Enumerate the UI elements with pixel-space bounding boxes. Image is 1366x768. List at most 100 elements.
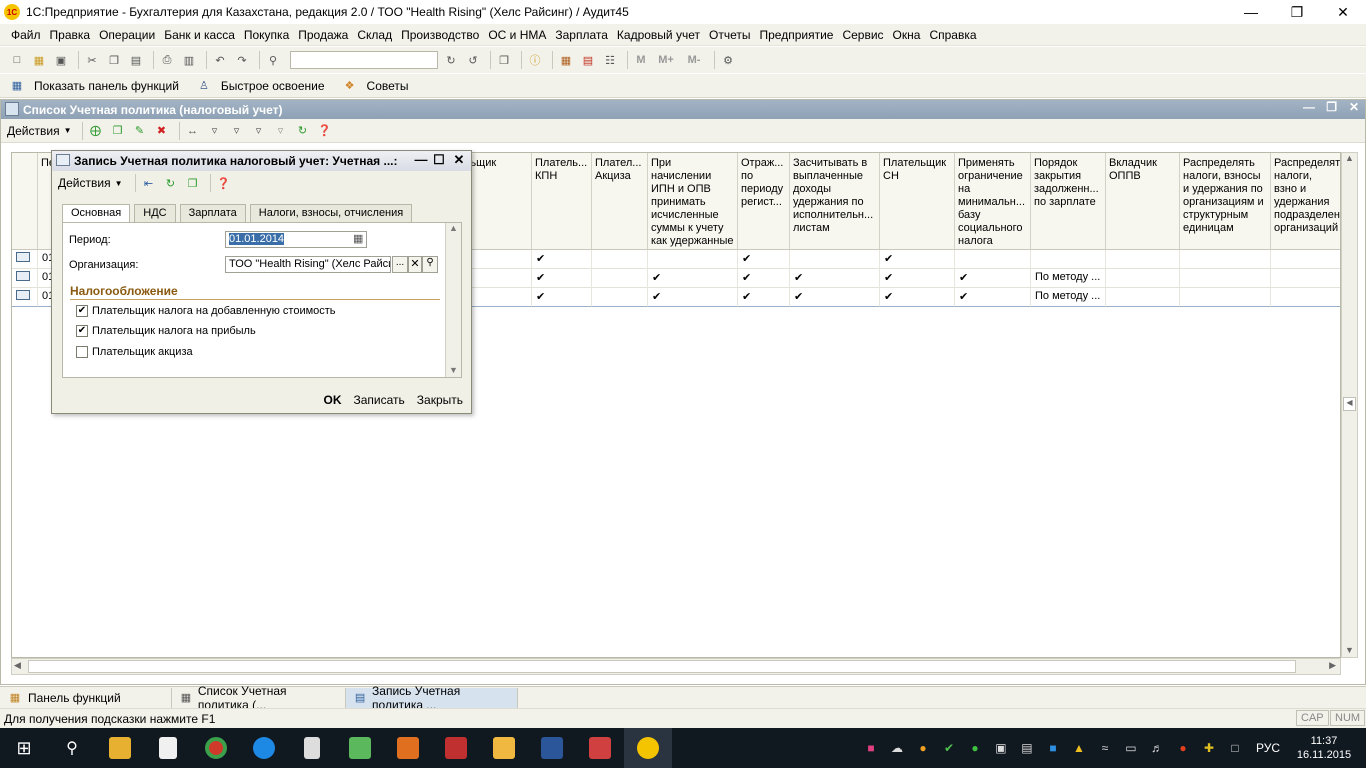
tray-app-icon[interactable]: ■ (858, 741, 884, 755)
clock[interactable]: 11:37 16.11.2015 (1288, 734, 1360, 762)
cloud-icon[interactable]: ☁ (884, 741, 910, 755)
remote-taskbar-button[interactable] (432, 728, 480, 768)
list-close-button[interactable]: ✕ (1349, 100, 1359, 114)
calendar-picker-icon[interactable]: ▦ (353, 232, 363, 245)
clear-filter-icon[interactable]: ▿ (272, 122, 290, 140)
menu-hr[interactable]: Кадровый учет (612, 28, 704, 42)
antivirus-icon[interactable]: ● (1170, 741, 1196, 755)
quick-learning-button[interactable]: ♙ Быстрое освоение (195, 77, 333, 95)
menu-salary[interactable]: Зарплата (550, 28, 612, 42)
menu-help[interactable]: Справка (924, 28, 980, 42)
menu-bank[interactable]: Банк и касса (159, 28, 239, 42)
tray-blue-icon[interactable]: ■ (1040, 741, 1066, 755)
tray-green-icon[interactable]: ● (962, 741, 988, 755)
menu-purchase[interactable]: Покупка (239, 28, 293, 42)
print-icon[interactable]: ⎙ (158, 51, 176, 69)
scroll-right-icon[interactable]: ▶ (1329, 660, 1336, 671)
preview-icon[interactable]: ▥ (180, 51, 198, 69)
task-functions-panel[interactable]: ▦ Панель функций (0, 687, 172, 708)
add-icon[interactable]: ⨁ (87, 122, 105, 140)
presentation-taskbar-button[interactable] (576, 728, 624, 768)
vat-payer-checkbox[interactable]: ✔ Плательщик налога на добавленную стоим… (76, 305, 336, 317)
profit-tax-payer-checkbox[interactable]: ✔ Плательщик налога на прибыль (76, 325, 256, 337)
period-input[interactable]: 01.01.2014 (225, 231, 367, 248)
dialog-actions-dropdown-icon[interactable]: ▼ (115, 179, 123, 188)
column-header-minbase[interactable]: Применять ограничение на минимальн... ба… (955, 153, 1031, 250)
maximize-button[interactable]: ❐ (1274, 0, 1320, 24)
column-header-withhold[interactable]: Засчитывать в выплаченные доходы удержан… (790, 153, 880, 250)
organization-input[interactable]: ТОО "Health Rising" (Хелс Райсин (225, 256, 391, 273)
settings-tools-icon[interactable]: ⚙ (719, 51, 737, 69)
column-header-sn[interactable]: Плательщик СН (880, 153, 955, 250)
menu-assets[interactable]: ОС и НМА (483, 28, 550, 42)
explorer-taskbar-button[interactable] (96, 728, 144, 768)
word-taskbar-button[interactable] (528, 728, 576, 768)
delete-icon[interactable]: ✖ (153, 122, 171, 140)
column-header-excise[interactable]: Плател... Акциза (592, 153, 648, 250)
undo-icon[interactable]: ↶ (211, 51, 229, 69)
table-vertical-scrollbar[interactable]: ▲ ◀ ▼ (1341, 152, 1358, 658)
menu-operations[interactable]: Операции (94, 28, 159, 42)
scroll-up-icon[interactable]: ▲ (1342, 153, 1357, 163)
wifi-icon[interactable]: ≈ (1092, 741, 1118, 755)
tab-main[interactable]: Основная (62, 204, 131, 223)
open-organization-icon[interactable]: ⚲ (422, 256, 438, 273)
battery-icon[interactable]: ▭ (1118, 741, 1144, 755)
column-header-ipn[interactable]: При начислении ИПН и ОПВ принимать исчис… (648, 153, 738, 250)
column-header-registry[interactable]: Отраж... по периоду регист... (738, 153, 790, 250)
tab-taxes[interactable]: Налоги, взносы, отчисления (249, 204, 413, 222)
vat-payer-check[interactable]: ✔ (76, 305, 88, 317)
ok-button[interactable]: OK (324, 393, 342, 407)
close-dialog-button[interactable]: Закрыть (417, 393, 463, 407)
menu-sales[interactable]: Продажа (293, 28, 352, 42)
minimize-button[interactable]: — (1228, 0, 1274, 24)
mail-taskbar-button[interactable] (480, 728, 528, 768)
horizontal-scroll-thumb[interactable] (28, 660, 1296, 673)
volume-icon[interactable]: ♬ (1144, 741, 1170, 755)
menu-production[interactable]: Производство (396, 28, 483, 42)
profit-tax-payer-check[interactable]: ✔ (76, 325, 88, 337)
excise-payer-checkbox[interactable]: Плательщик акциза (76, 346, 193, 358)
cut-icon[interactable]: ✂ (83, 51, 101, 69)
column-header-oppv[interactable]: Вкладчик ОППВ (1106, 153, 1180, 250)
contacts-taskbar-button[interactable] (336, 728, 384, 768)
save-close-icon[interactable]: ⇤ (140, 174, 158, 192)
menu-enterprise[interactable]: Предприятие (754, 28, 837, 42)
task-policy-record[interactable]: ▤ Запись Учетная политика ... (346, 684, 518, 712)
tab-vat[interactable]: НДС (134, 204, 176, 222)
calculator-icon[interactable]: ▦ (557, 51, 575, 69)
dialog-close-button[interactable]: ✕ (450, 152, 468, 168)
filter-icon[interactable]: ▿ (206, 122, 224, 140)
search-icon[interactable]: ⚲ (264, 51, 282, 69)
menu-file[interactable]: Файл (6, 28, 45, 42)
column-header-closing[interactable]: Порядок закрытия задолженн... по зарплат… (1031, 153, 1106, 250)
help-icon[interactable]: ❓ (316, 122, 334, 140)
redo-icon[interactable]: ↷ (233, 51, 251, 69)
memory-minus-icon[interactable]: M- (682, 51, 706, 69)
close-button[interactable]: ✕ (1320, 0, 1366, 24)
windows-icon[interactable]: ❐ (495, 51, 513, 69)
document-list-icon[interactable]: ☷ (601, 51, 619, 69)
open-folder-icon[interactable]: ▦ (30, 51, 48, 69)
scroll-thumb[interactable]: ◀ (1343, 397, 1356, 411)
tips-button[interactable]: ❖ Советы (341, 77, 417, 95)
actions-dropdown-icon[interactable]: ▼ (64, 126, 72, 135)
usb-icon[interactable]: ▤ (1014, 741, 1040, 755)
panel-scroll-down-icon[interactable]: ▼ (446, 365, 461, 375)
menu-edit[interactable]: Правка (45, 28, 95, 42)
list-actions-menu[interactable]: Действия (7, 124, 60, 138)
start-button[interactable]: ⊞ (0, 728, 48, 768)
scroll-left-icon[interactable]: ◀ (14, 660, 21, 671)
clear-organization-icon[interactable]: ✕ (408, 256, 422, 273)
dialog-maximize-button[interactable]: ☐ (430, 152, 448, 168)
tray-yellow-icon[interactable]: ✚ (1196, 741, 1222, 755)
filter-value-icon[interactable]: ▿ (228, 122, 246, 140)
language-indicator[interactable]: РУС (1256, 741, 1280, 755)
select-organization-icon[interactable]: ... (392, 256, 408, 273)
teamviewer-taskbar-button[interactable] (240, 728, 288, 768)
memory-plus-icon[interactable]: M+ (654, 51, 678, 69)
menu-warehouse[interactable]: Склад (352, 28, 396, 42)
paste-icon[interactable]: ▤ (127, 51, 145, 69)
calculator-taskbar-button[interactable] (288, 728, 336, 768)
search-taskbar-button[interactable]: ⚲ (48, 728, 96, 768)
